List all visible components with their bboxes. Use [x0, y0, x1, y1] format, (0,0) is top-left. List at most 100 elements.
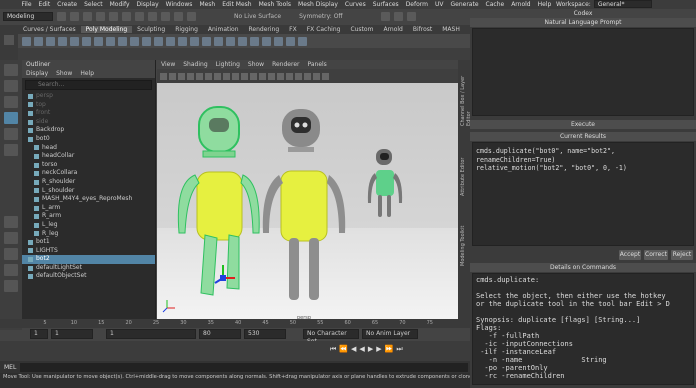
poly-cylinder-icon[interactable] — [46, 36, 55, 46]
nl-prompt-input[interactable] — [472, 28, 694, 116]
outliner-search-input[interactable]: Search... — [25, 80, 152, 90]
combine-icon[interactable] — [118, 36, 127, 46]
snap-grid-icon[interactable] — [161, 12, 170, 21]
save-scene-icon[interactable] — [83, 12, 92, 21]
isolate-select-icon[interactable] — [277, 72, 284, 80]
outliner-item[interactable]: neckCollara — [22, 169, 155, 178]
move-tool-icon[interactable] — [4, 112, 18, 124]
outliner-item[interactable]: side — [22, 118, 155, 127]
viewport-menu-show[interactable]: Show — [248, 60, 264, 69]
resolution-gate-icon[interactable] — [205, 72, 212, 80]
single-perspective-layout-icon[interactable] — [4, 216, 18, 228]
shelf-tab-mash[interactable]: MASH — [437, 26, 465, 33]
accept-button[interactable]: Accept — [619, 250, 641, 260]
live-surface-label[interactable]: No Live Surface — [234, 13, 281, 20]
image-plane-icon[interactable] — [178, 72, 185, 80]
render-icon[interactable] — [380, 12, 390, 21]
color-management-icon[interactable] — [322, 72, 329, 80]
play-forwards-icon[interactable]: ▶ — [368, 345, 373, 354]
reject-button[interactable]: Reject — [671, 250, 693, 260]
undo-icon[interactable] — [96, 12, 105, 21]
side-tab-attribute-editor[interactable]: Attribute Editor — [458, 130, 468, 200]
bevel-icon[interactable] — [202, 36, 211, 46]
outliner-item[interactable]: bot0 — [22, 135, 155, 144]
menu-arnold[interactable]: Arnold — [508, 1, 534, 8]
planar-map-icon[interactable] — [286, 36, 295, 46]
menu-mesh[interactable]: Mesh — [196, 1, 219, 8]
shelf-tab-arnold[interactable]: Arnold — [378, 26, 407, 33]
outliner-layout-icon[interactable] — [4, 248, 18, 260]
menu-windows[interactable]: Windows — [162, 1, 196, 8]
camera-bookmark-icon[interactable] — [169, 72, 176, 80]
outliner-item[interactable]: MASH_M4Y4_eyes_ReproMesh — [22, 195, 155, 204]
snap-curve-icon[interactable] — [174, 12, 183, 21]
lights-icon[interactable] — [250, 72, 257, 80]
outliner-item[interactable]: bot1 — [22, 238, 155, 247]
outliner-item[interactable]: L_arm — [22, 204, 155, 213]
smooth-shade-icon[interactable] — [232, 72, 239, 80]
script-editor-layout-icon[interactable] — [4, 280, 18, 292]
outliner-item[interactable]: front — [22, 109, 155, 118]
outliner-item[interactable]: headCollar — [22, 152, 155, 161]
outliner-item[interactable]: defaultLightSet — [22, 264, 155, 273]
bot0-model[interactable] — [177, 106, 260, 296]
render-settings-icon[interactable] — [406, 12, 416, 21]
play-backwards-icon[interactable]: ◀ — [359, 345, 364, 354]
ipr-render-icon[interactable] — [393, 12, 403, 21]
menu-display[interactable]: Display — [133, 1, 162, 8]
outliner-item[interactable]: R_arm — [22, 212, 155, 221]
step-forward-key-icon[interactable]: ⏩ — [385, 345, 394, 354]
uv-editor-icon[interactable] — [274, 36, 283, 46]
poly-sphere-icon[interactable] — [22, 36, 31, 46]
shelf-settings-gear-icon[interactable] — [4, 35, 14, 45]
select-tool-icon[interactable] — [4, 64, 18, 76]
shelf-tab-fx-caching[interactable]: FX Caching — [302, 26, 346, 33]
shelf-tab-sculpting[interactable]: Sculpting — [132, 26, 170, 33]
step-forward-frame-icon[interactable]: ▶ — [376, 345, 381, 354]
correct-button[interactable]: Correct — [644, 250, 668, 260]
menu-mesh-tools[interactable]: Mesh Tools — [255, 1, 294, 8]
outliner-item[interactable]: R_leg — [22, 230, 155, 239]
range-slider-field[interactable]: 1 — [106, 329, 196, 339]
outliner-item[interactable]: LIGHTS — [22, 247, 155, 256]
xray-joints-icon[interactable] — [295, 72, 302, 80]
shelf-tab-poly-modeling[interactable]: Poly Modeling — [80, 26, 133, 33]
outliner-item[interactable]: L_leg — [22, 221, 155, 230]
auto-map-icon[interactable] — [298, 36, 307, 46]
outliner-item[interactable]: Backdrop — [22, 126, 155, 135]
viewport-scene[interactable]: persp — [157, 83, 469, 322]
outliner-menu-display[interactable]: Display — [26, 69, 48, 78]
quad-draw-icon[interactable] — [262, 36, 271, 46]
outliner-menu-show[interactable]: Show — [56, 69, 72, 78]
graph-editor-layout-icon[interactable] — [4, 264, 18, 276]
details-output[interactable]: cmds.duplicate: Select the object, then … — [472, 273, 694, 385]
range-start-field[interactable]: 1 — [51, 329, 93, 339]
range-end-field[interactable]: 80 — [199, 329, 241, 339]
separate-icon[interactable] — [130, 36, 139, 46]
workspace-dropdown[interactable]: General* — [593, 0, 652, 8]
smooth-icon[interactable] — [142, 36, 151, 46]
shadows-icon[interactable] — [259, 72, 266, 80]
select-object-icon[interactable] — [135, 12, 144, 21]
poly-torus-icon[interactable] — [70, 36, 79, 46]
shelf-tab-animation[interactable]: Animation — [203, 26, 244, 33]
bot1-model[interactable] — [262, 109, 346, 300]
menu-set-dropdown[interactable]: Modeling — [3, 12, 53, 21]
end-time-field[interactable]: 530 — [244, 329, 286, 339]
menu-select[interactable]: Select — [81, 1, 107, 8]
menu-modify[interactable]: Modify — [106, 1, 133, 8]
menu-cache[interactable]: Cache — [482, 1, 508, 8]
viewport-menu-panels[interactable]: Panels — [307, 60, 326, 69]
poly-cone-icon[interactable] — [58, 36, 67, 46]
four-view-layout-icon[interactable] — [4, 232, 18, 244]
go-to-start-icon[interactable]: ⏮ — [330, 345, 336, 354]
paint-select-tool-icon[interactable] — [4, 96, 18, 108]
bridge-icon[interactable] — [190, 36, 199, 46]
platonic-icon[interactable] — [106, 36, 115, 46]
exposure-icon[interactable] — [304, 72, 311, 80]
step-back-key-icon[interactable]: ⏪ — [339, 345, 348, 354]
menu-help[interactable]: Help — [534, 1, 555, 8]
outliner-item[interactable]: torso — [22, 161, 155, 170]
step-back-frame-icon[interactable]: ◀ — [351, 345, 356, 354]
open-scene-icon[interactable] — [70, 12, 79, 21]
